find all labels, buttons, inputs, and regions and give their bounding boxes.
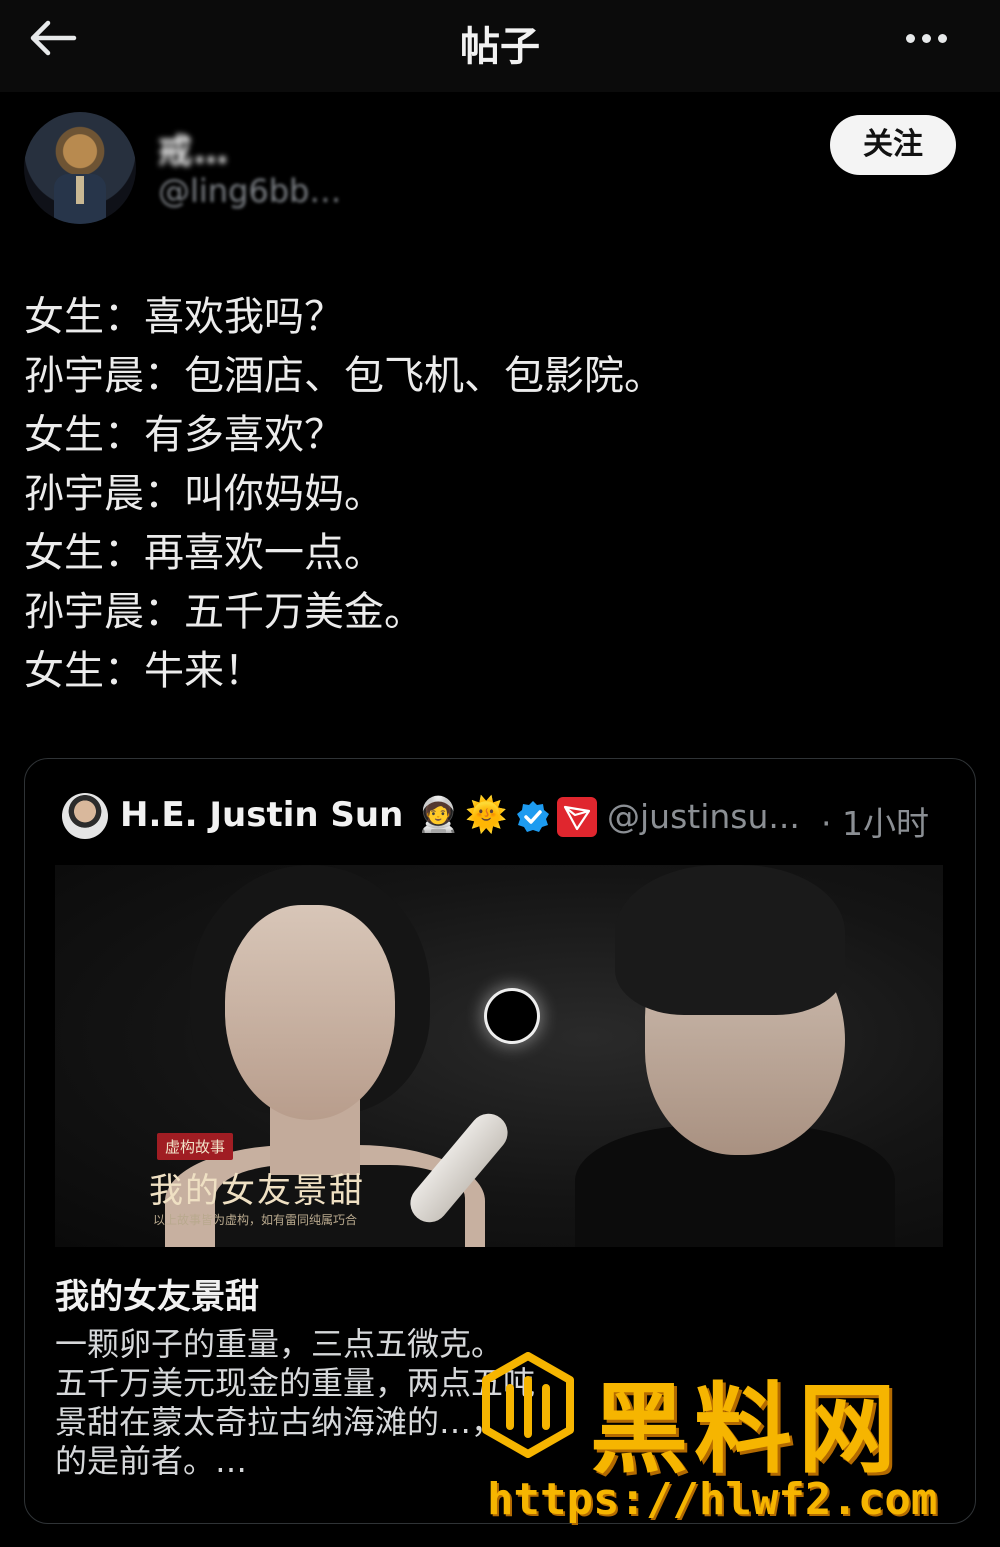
story-title: 我的女友景甜 bbox=[149, 1171, 365, 1211]
post-line: 孙宇晨：五千万美金。 bbox=[24, 589, 424, 635]
sun-emoji: 🌞 bbox=[465, 795, 508, 835]
avatar-tie bbox=[76, 176, 84, 204]
woman-face bbox=[225, 905, 395, 1120]
quoted-post-image[interactable]: 虚构故事 我的女友景甜 以上故事皆为虚构，如有雷同纯属巧合 bbox=[55, 865, 943, 1247]
quoted-author-name[interactable]: H.E. Justin Sun bbox=[120, 795, 403, 835]
story-disclaimer: 以上故事皆为虚构，如有雷同纯属巧合 bbox=[153, 1213, 358, 1227]
man-hair bbox=[615, 865, 845, 1015]
page-title: 帖子 bbox=[460, 24, 540, 70]
post-line: 孙宇晨：叫你妈妈。 bbox=[24, 471, 384, 517]
post-line: 女生：牛来！ bbox=[24, 648, 264, 694]
post-line: 女生：喜欢我吗？ bbox=[24, 294, 344, 340]
post-line: 女生：有多喜欢？ bbox=[24, 412, 344, 458]
post-line: 女生：再喜欢一点。 bbox=[24, 530, 384, 576]
post-body: 女生：喜欢我吗？ 孙宇晨：包酒店、包飞机、包影院。 女生：有多喜欢？ 孙宇晨：叫… bbox=[24, 288, 964, 701]
watermark-url: https://hlwf2.com bbox=[487, 1474, 938, 1525]
quoted-author-handle[interactable]: @justinsu... bbox=[607, 797, 800, 836]
follow-button[interactable]: 关注 bbox=[830, 115, 956, 175]
author-avatar[interactable] bbox=[24, 112, 136, 224]
author-handle[interactable]: @ling6bb… bbox=[158, 172, 341, 210]
watermark-name: 黑料网 bbox=[590, 1373, 903, 1487]
post-line: 孙宇晨：包酒店、包飞机、包影院。 bbox=[24, 353, 664, 399]
watermark-logo-icon bbox=[482, 1352, 574, 1458]
eclipse-icon bbox=[487, 991, 537, 1041]
quoted-post-time: · 1小时 bbox=[821, 804, 929, 843]
tron-icon bbox=[557, 797, 597, 837]
astronaut-emoji: 🧑‍🚀 bbox=[417, 795, 460, 835]
quoted-author-avatar[interactable] bbox=[62, 793, 108, 839]
more-icon[interactable] bbox=[906, 28, 956, 48]
story-tag: 虚构故事 bbox=[157, 1133, 234, 1160]
verified-icon bbox=[517, 801, 549, 832]
top-bar: 帖子 bbox=[0, 0, 1000, 92]
author-display-name[interactable]: 戒… bbox=[158, 124, 230, 173]
card-title: 我的女友景甜 bbox=[55, 1277, 259, 1317]
